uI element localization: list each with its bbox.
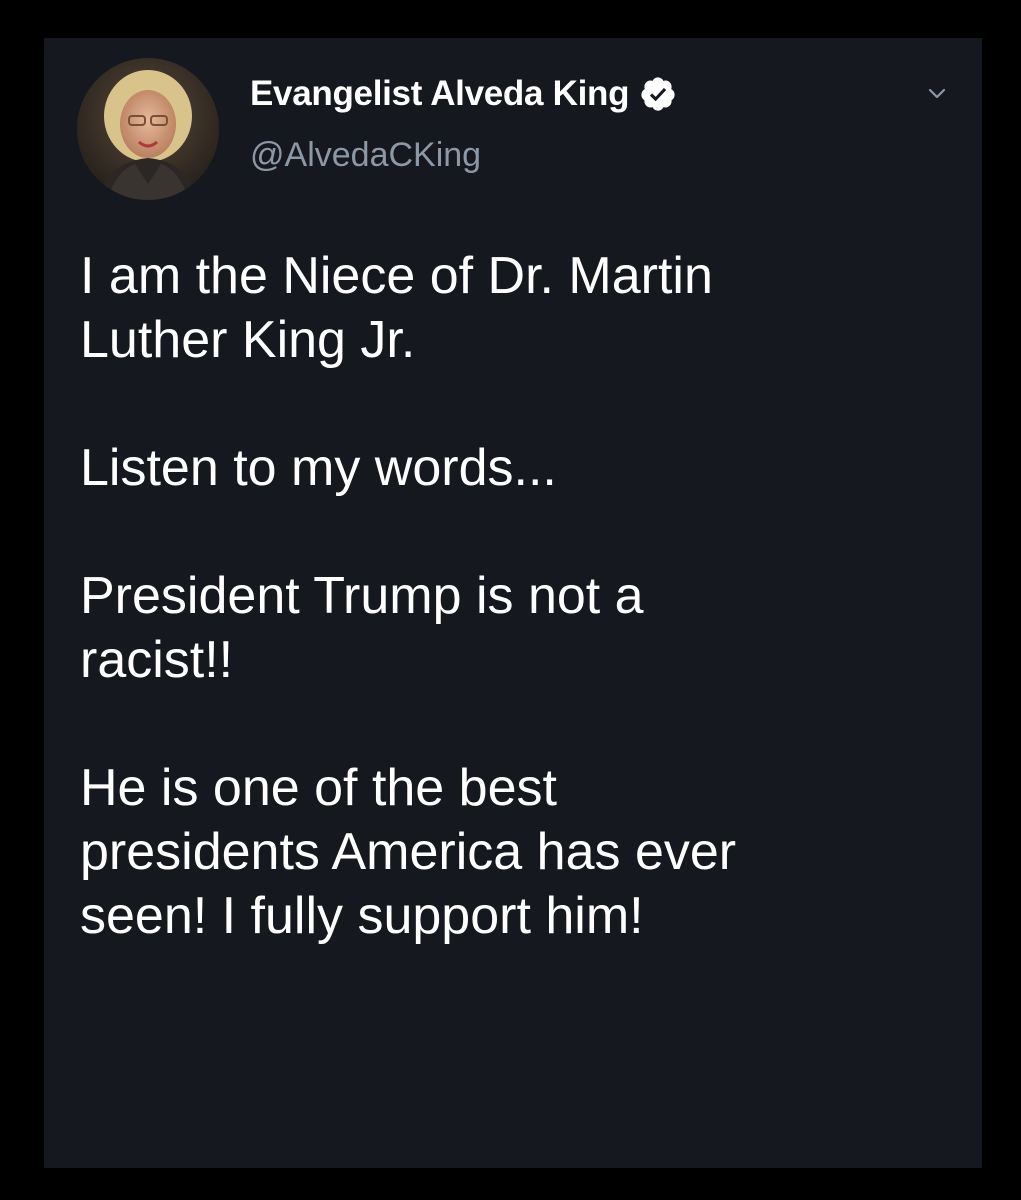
display-name[interactable]: Evangelist Alveda King xyxy=(250,74,629,114)
user-handle[interactable]: @AlvedaCKing xyxy=(250,136,481,175)
tweet-card[interactable]: Evangelist Alveda King @AlvedaCKing I am… xyxy=(44,38,982,1168)
screenshot-frame: Evangelist Alveda King @AlvedaCKing I am… xyxy=(0,0,1021,1200)
tweet-paragraph-4: He is one of the best presidents America… xyxy=(80,756,960,948)
chevron-down-icon[interactable] xyxy=(922,78,952,108)
profile-photo-icon xyxy=(77,58,219,200)
verified-badge-icon xyxy=(639,75,677,113)
avatar[interactable] xyxy=(77,58,219,200)
text-line: Listen to my words... xyxy=(80,439,557,497)
text-line: President Trump is not a xyxy=(80,567,644,625)
tweet-text: I am the Niece of Dr. Martin Luther King… xyxy=(80,244,960,948)
tweet-paragraph-1: I am the Niece of Dr. Martin Luther King… xyxy=(80,244,960,372)
text-line: I am the Niece of Dr. Martin xyxy=(80,247,713,305)
text-line: presidents America has ever xyxy=(80,823,737,881)
tweet-paragraph-2: Listen to my words... xyxy=(80,436,960,500)
text-line: racist!! xyxy=(80,631,234,689)
author-name-row[interactable]: Evangelist Alveda King xyxy=(250,72,677,116)
text-line: seen! I fully support him! xyxy=(80,887,644,945)
tweet-paragraph-3: President Trump is not a racist!! xyxy=(80,564,960,692)
text-line: Luther King Jr. xyxy=(80,311,416,369)
text-line: He is one of the best xyxy=(80,759,557,817)
